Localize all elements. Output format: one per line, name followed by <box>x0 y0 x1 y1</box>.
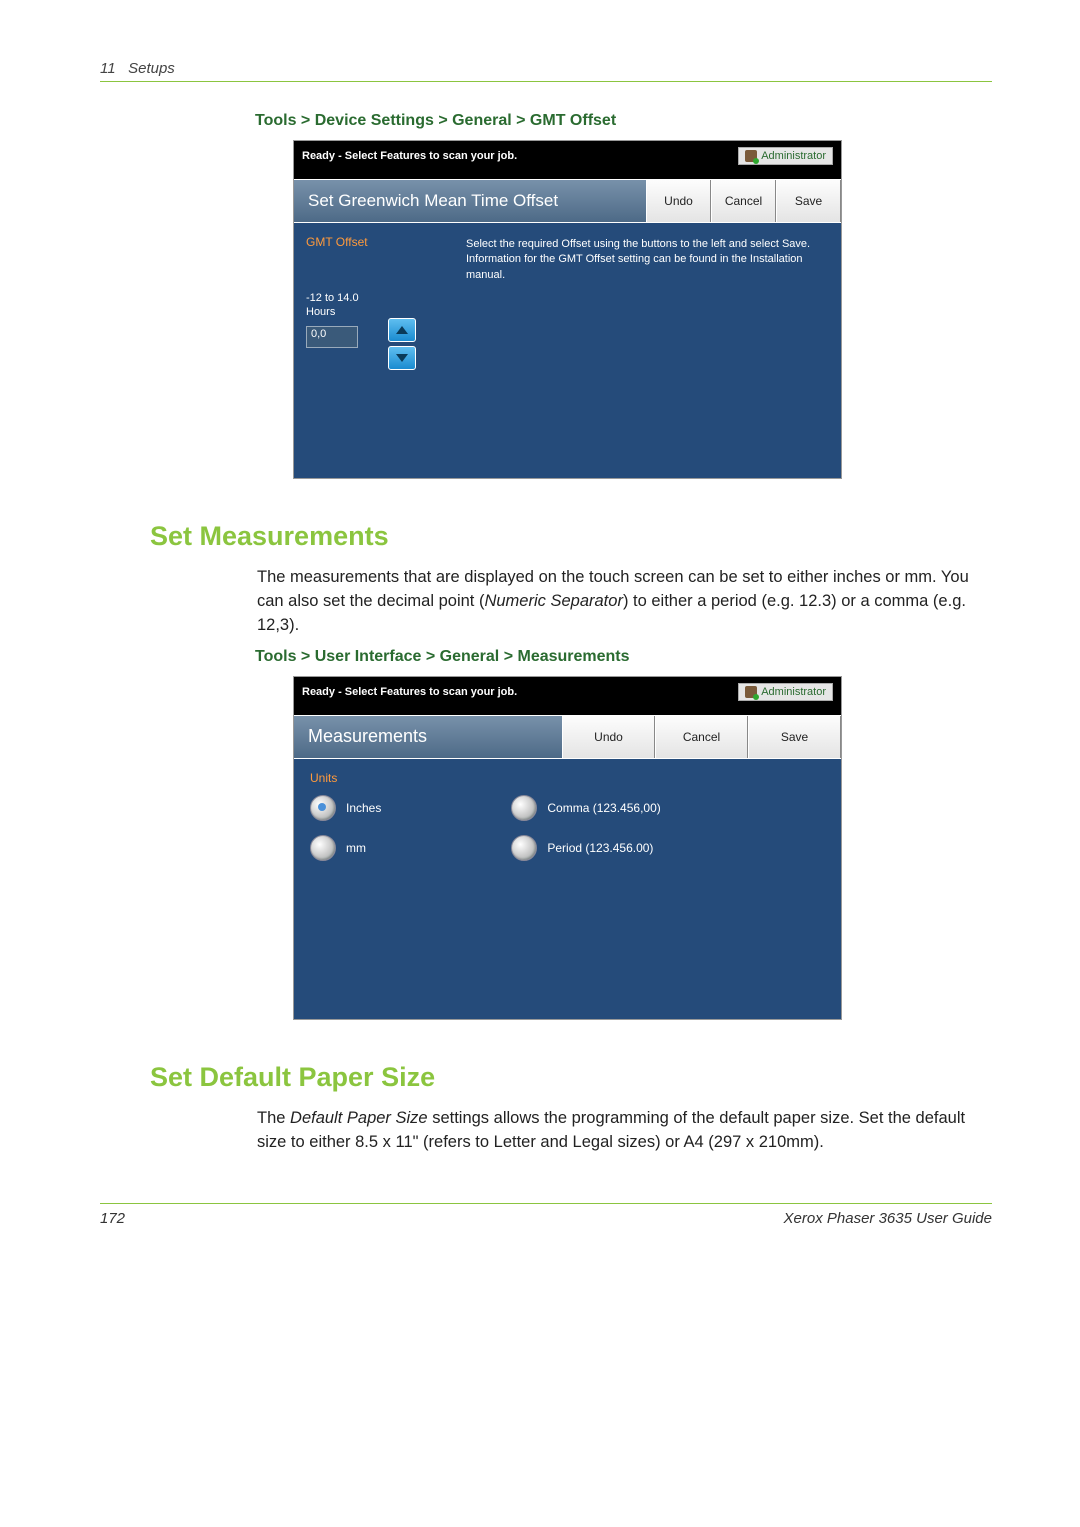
screenshot-gmt-offset: Ready - Select Features to scan your job… <box>293 140 842 479</box>
admin-badge[interactable]: Administrator <box>738 147 833 165</box>
page-header: 11 Setups <box>100 60 992 82</box>
radio-icon <box>511 795 537 821</box>
radio-icon <box>310 795 336 821</box>
page-number: 172 <box>100 1210 125 1227</box>
undo-button[interactable]: Undo <box>646 180 711 222</box>
title-row: Measurements Undo Cancel Save <box>294 715 841 759</box>
radio-period[interactable]: Period (123.456.00) <box>511 835 653 861</box>
admin-icon <box>745 686 757 698</box>
chevron-down-icon <box>396 354 408 362</box>
breadcrumb-measurements: Tools > User Interface > General > Measu… <box>255 648 992 666</box>
radio-icon <box>310 835 336 861</box>
panel-title: Set Greenwich Mean Time Offset <box>294 191 646 211</box>
admin-label: Administrator <box>761 150 826 162</box>
status-bar: Ready - Select Features to scan your job… <box>294 141 841 179</box>
gmt-value-input[interactable]: 0,0 <box>306 326 358 348</box>
gmt-offset-label: GMT Offset <box>306 235 456 249</box>
cancel-button[interactable]: Cancel <box>711 180 776 222</box>
status-text: Ready - Select Features to scan your job… <box>302 150 517 162</box>
title-row: Set Greenwich Mean Time Offset Undo Canc… <box>294 179 841 223</box>
chapter-num: 11 <box>100 60 116 77</box>
body-set-default-paper-size: The Default Paper Size settings allows t… <box>257 1107 992 1155</box>
body-set-measurements: The measurements that are displayed on t… <box>257 566 992 638</box>
heading-set-measurements: Set Measurements <box>150 521 992 552</box>
save-button[interactable]: Save <box>776 180 841 222</box>
guide-title: Xerox Phaser 3635 User Guide <box>784 1210 992 1227</box>
chevron-up-icon <box>396 326 408 334</box>
admin-icon <box>745 150 757 162</box>
radio-comma[interactable]: Comma (123.456,00) <box>511 795 660 821</box>
cancel-button[interactable]: Cancel <box>655 716 748 758</box>
units-label: Units <box>310 771 825 785</box>
status-bar: Ready - Select Features to scan your job… <box>294 677 841 715</box>
admin-label: Administrator <box>761 686 826 698</box>
undo-button[interactable]: Undo <box>562 716 655 758</box>
breadcrumb-gmt-offset: Tools > Device Settings > General > GMT … <box>255 112 992 130</box>
heading-set-default-paper-size: Set Default Paper Size <box>150 1062 992 1093</box>
panel-title: Measurements <box>294 726 562 747</box>
admin-badge[interactable]: Administrator <box>738 683 833 701</box>
screenshot-measurements: Ready - Select Features to scan your job… <box>293 676 842 1020</box>
radio-icon <box>511 835 537 861</box>
help-text: Select the required Offset using the but… <box>466 235 829 460</box>
radio-mm[interactable]: mm <box>310 835 366 861</box>
page-footer: 172 Xerox Phaser 3635 User Guide <box>100 1203 992 1227</box>
status-text: Ready - Select Features to scan your job… <box>302 686 517 698</box>
chapter-title: Setups <box>128 60 175 77</box>
save-button[interactable]: Save <box>748 716 841 758</box>
increment-button[interactable] <box>388 318 416 342</box>
decrement-button[interactable] <box>388 346 416 370</box>
range-label: -12 to 14.0 Hours <box>306 291 456 320</box>
radio-inches[interactable]: Inches <box>310 795 381 821</box>
